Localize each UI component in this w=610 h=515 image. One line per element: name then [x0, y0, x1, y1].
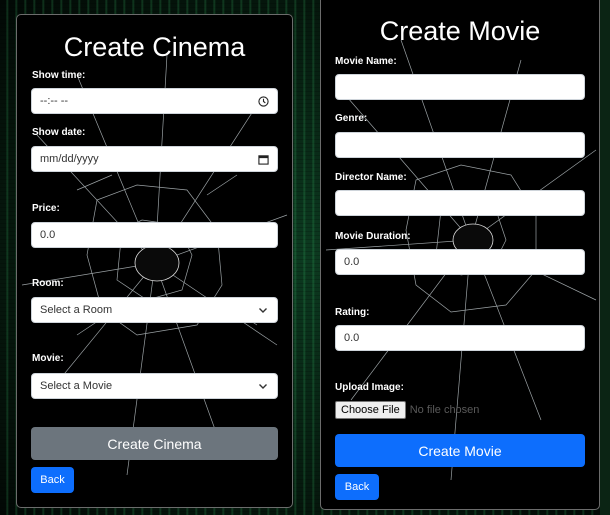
movie-select[interactable]: Select a Movie [31, 373, 278, 399]
show-time-value: --:-- -- [40, 95, 69, 107]
movie-name-input[interactable] [335, 74, 585, 100]
calendar-icon[interactable] [257, 153, 269, 165]
create-movie-button[interactable]: Create Movie [335, 434, 585, 467]
price-label: Price: [32, 203, 60, 214]
choose-file-button[interactable]: Choose File [335, 401, 406, 419]
chevron-down-icon [257, 304, 269, 316]
room-select[interactable]: Select a Room [31, 297, 278, 323]
chevron-down-icon [257, 380, 269, 392]
page-edge [600, 0, 610, 515]
room-label: Room: [32, 278, 64, 289]
rating-value: 0.0 [344, 332, 360, 344]
upload-image-label: Upload Image: [335, 382, 404, 393]
rating-label: Rating: [335, 307, 370, 318]
genre-label: Genre: [335, 113, 368, 124]
page-title: Create Movie [379, 16, 541, 46]
rating-input[interactable]: 0.0 [335, 325, 585, 351]
back-button[interactable]: Back [31, 467, 74, 493]
create-cinema-panel: Create Cinema Show time: --:-- -- Show d… [16, 14, 293, 508]
price-value: 0.0 [40, 229, 56, 241]
movie-duration-input[interactable]: 0.0 [335, 249, 585, 275]
director-name-label: Director Name: [335, 172, 407, 183]
page-title: Create Cinema [63, 32, 246, 62]
file-input[interactable]: Choose File No file chosen [335, 401, 479, 419]
movie-duration-label: Movie Duration: [335, 231, 411, 242]
movie-duration-value: 0.0 [344, 256, 360, 268]
show-time-label: Show time: [32, 70, 86, 81]
show-date-label: Show date: [32, 127, 86, 138]
movie-name-label: Movie Name: [335, 56, 397, 67]
create-cinema-button[interactable]: Create Cinema [31, 427, 278, 460]
no-file-chosen-text: No file chosen [409, 404, 480, 416]
show-time-input[interactable]: --:-- -- [31, 88, 278, 114]
clock-icon[interactable] [257, 95, 269, 107]
show-date-input[interactable]: mm/dd/yyyy [31, 146, 278, 172]
create-movie-panel: Create Movie Movie Name: Genre: Director… [320, 0, 600, 510]
show-date-value: mm/dd/yyyy [40, 153, 99, 165]
back-button[interactable]: Back [335, 474, 379, 500]
movie-label: Movie: [32, 353, 64, 364]
price-input[interactable]: 0.0 [31, 222, 278, 248]
movie-select-value: Select a Movie [40, 380, 113, 392]
director-name-input[interactable] [335, 190, 585, 216]
genre-input[interactable] [335, 132, 585, 158]
room-select-value: Select a Room [40, 304, 113, 316]
